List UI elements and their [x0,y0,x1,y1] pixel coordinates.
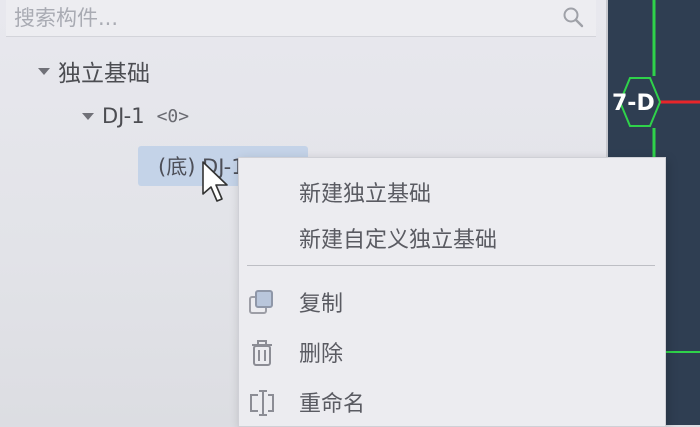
menu-item-rename[interactable]: 重命名 [239,382,665,422]
menu-item-delete-label: 删除 [299,342,344,367]
copy-icon [249,290,273,314]
mouse-cursor-icon [202,161,228,202]
menu-item-new-custom-label: 新建自定义独立基础 [299,228,498,253]
search-icon[interactable] [562,6,584,28]
search-input[interactable] [12,2,556,34]
menu-item-copy-label: 复制 [299,292,344,317]
trash-icon [252,340,272,366]
menu-separator [247,265,655,266]
menu-item-new[interactable]: 新建独立基础 [239,172,665,212]
rename-icon [250,390,274,416]
tree-item-category-label: 独立基础 [58,61,150,87]
cad-axis-label: 7-D [612,91,655,116]
tree-item-category[interactable]: 独立基础 [38,54,150,88]
tree-item-component-label: DJ-1 [102,104,145,128]
expand-caret-icon[interactable] [82,112,94,120]
search-bar [6,0,596,37]
menu-item-delete[interactable]: 删除 [239,332,665,372]
menu-item-new-label: 新建独立基础 [299,182,432,207]
menu-item-new-custom[interactable]: 新建自定义独立基础 [239,218,665,258]
tree-item-component[interactable]: DJ-1 <0> [82,104,189,128]
tree-item-component-count: <0> [156,105,190,127]
expand-caret-icon[interactable] [38,67,50,75]
menu-item-copy[interactable]: 复制 [239,282,665,322]
context-menu: 新建独立基础 新建自定义独立基础 复制 删除 重命名 [238,157,666,427]
menu-item-rename-label: 重命名 [299,392,366,417]
